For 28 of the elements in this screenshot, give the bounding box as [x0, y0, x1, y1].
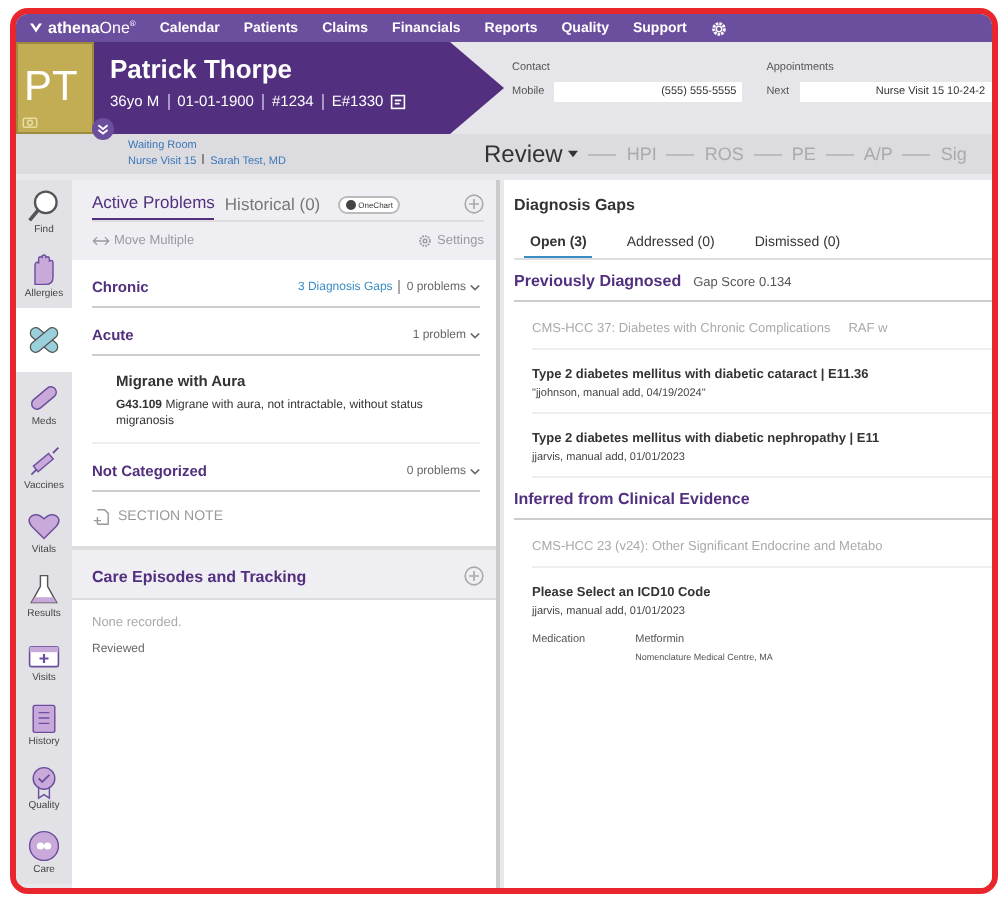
expand-icon[interactable] [92, 118, 114, 140]
panel-title: Diagnosis Gaps [514, 196, 637, 214]
bandage-icon [26, 322, 62, 358]
patient-name: Patrick Thorpe [110, 54, 295, 84]
group-title: Previously Diagnosed [514, 272, 682, 290]
chevron-icon [470, 331, 480, 339]
section-title: Care Episodes and Tracking [92, 567, 307, 585]
settings-icon[interactable] [710, 19, 729, 37]
sidebar-item[interactable] [16, 308, 72, 372]
chevron-icon [470, 283, 480, 291]
caret-icon [568, 150, 579, 158]
syringe-icon [26, 444, 62, 480]
badge-icon [26, 764, 62, 800]
clip-icon [26, 700, 62, 736]
problems-tab[interactable]: Historical (0) [224, 189, 321, 219]
search-icon [26, 188, 62, 224]
chevron-icon [470, 467, 480, 475]
problems-tab[interactable]: Active Problems [92, 188, 215, 220]
group-title: Inferred from Clinical Evidence [514, 490, 750, 508]
settings-icon [415, 234, 433, 248]
logo-icon [28, 22, 44, 34]
heart-icon [26, 508, 62, 544]
card-icon[interactable] [389, 93, 406, 109]
arrows-icon [92, 234, 110, 248]
workflow-step[interactable]: Review [484, 140, 579, 168]
note-icon [92, 508, 110, 526]
patient-initials: PT [24, 64, 80, 112]
flask-icon [26, 572, 62, 608]
